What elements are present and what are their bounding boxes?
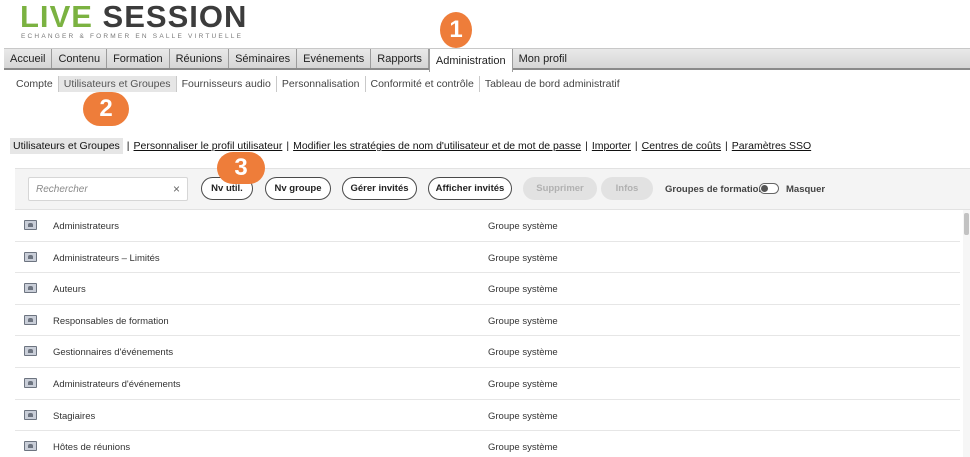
list-item[interactable]: Gestionnaires d'événements Groupe systèm… [15, 336, 960, 368]
link-separator: | [585, 140, 588, 152]
subnav-fournisseurs-audio[interactable]: Fournisseurs audio [177, 76, 277, 92]
link-parametres-sso[interactable]: Paramètres SSO [732, 140, 811, 152]
group-name: Administrateurs d'événements [53, 378, 181, 390]
subnav-compte[interactable]: Compte [11, 76, 59, 92]
group-type: Groupe système [488, 221, 558, 232]
nav-tab-formation[interactable]: Formation [107, 49, 170, 68]
groups-list: Administrateurs Groupe système Administr… [15, 210, 960, 457]
search-input[interactable]: Rechercher × [28, 177, 188, 201]
logo-text-session: SESSION [102, 0, 248, 34]
group-type: Groupe système [488, 410, 558, 422]
list-item[interactable]: Stagiaires Groupe système [15, 400, 960, 432]
link-personnaliser-profil[interactable]: Personnaliser le profil utilisateur [134, 140, 283, 152]
list-item[interactable]: Auteurs Groupe système [15, 273, 960, 305]
logo-text-ve: VE [49, 0, 93, 34]
manage-guests-button[interactable]: Gérer invités [342, 177, 417, 200]
group-icon [24, 251, 37, 262]
list-scrollbar[interactable] [963, 210, 970, 457]
link-separator: | [126, 140, 130, 152]
subnav-tableau-de-bord[interactable]: Tableau de bord administratif [480, 76, 625, 92]
nav-tab-rapports[interactable]: Rapports [371, 49, 429, 68]
group-icon [24, 314, 37, 325]
list-item[interactable]: Responsables de formation Groupe système [15, 305, 960, 337]
list-item[interactable]: Hôtes de réunions Groupe système [15, 431, 960, 457]
group-name: Administrateurs [53, 221, 119, 232]
group-type: Groupe système [488, 315, 558, 327]
nav-tab-mon-profil[interactable]: Mon profil [513, 49, 573, 68]
scrollbar-thumb[interactable] [964, 213, 969, 235]
group-icon [24, 283, 37, 294]
group-icon [24, 441, 37, 452]
nav-tab-reunions[interactable]: Réunions [170, 49, 230, 68]
nav-tab-accueil[interactable]: Accueil [4, 49, 53, 68]
logo-text-li: LI [20, 0, 50, 34]
group-name: Hôtes de réunions [53, 442, 131, 454]
link-centres-de-couts[interactable]: Centres de coûts [642, 140, 721, 152]
list-item[interactable]: Administrateurs – Limités Groupe système [15, 242, 960, 274]
group-type: Groupe système [488, 442, 558, 454]
group-icon [24, 377, 37, 388]
step-badge-1: 1 [440, 12, 472, 48]
subnav-conformite[interactable]: Conformité et contrôle [366, 76, 480, 92]
link-strategies-nom-mot-de-passe[interactable]: Modifier les stratégies de nom d'utilisa… [293, 140, 581, 152]
livesession-logo: LIVE SESSION ECHANGER & FORMER EN SALLE … [20, 0, 250, 44]
step-badge-3: 3 [217, 152, 265, 184]
admin-subnav: Compte Utilisateurs et Groupes Fournisse… [11, 76, 625, 92]
show-guests-button[interactable]: Afficher invités [428, 177, 512, 200]
logo-tagline: ECHANGER & FORMER EN SALLE VIRTUELLE [21, 33, 244, 40]
subnav-personnalisation[interactable]: Personnalisation [277, 76, 366, 92]
link-separator: | [634, 140, 638, 152]
step-badge-2: 2 [83, 92, 129, 126]
users-groups-links: Utilisateurs et Groupes | Personnaliser … [10, 138, 811, 154]
main-nav: Accueil Contenu Formation Réunions Sémin… [4, 48, 970, 72]
link-importer[interactable]: Importer [592, 140, 631, 152]
nav-tab-seminaires[interactable]: Séminaires [229, 49, 298, 68]
list-item[interactable]: Administrateurs Groupe système [15, 210, 960, 242]
group-name: Responsables de formation [53, 315, 169, 327]
hide-training-groups-toggle[interactable] [759, 183, 779, 194]
training-groups-label: Groupes de formation [665, 184, 765, 195]
nav-tab-administration[interactable]: Administration [428, 49, 513, 72]
link-utilisateurs-groupes[interactable]: Utilisateurs et Groupes [10, 138, 123, 154]
group-name: Stagiaires [53, 410, 96, 422]
new-group-button[interactable]: Nv groupe [265, 177, 331, 200]
subnav-utilisateurs-groupes[interactable]: Utilisateurs et Groupes [58, 76, 177, 92]
hide-label: Masquer [786, 184, 826, 195]
group-icon [24, 346, 37, 357]
group-name: Auteurs [53, 284, 86, 296]
clear-icon[interactable]: × [173, 182, 180, 196]
group-type: Groupe système [488, 378, 558, 390]
list-item[interactable]: Administrateurs d'événements Groupe syst… [15, 368, 960, 400]
link-separator: | [725, 140, 728, 152]
group-type: Groupe système [488, 284, 558, 296]
nav-tab-contenu[interactable]: Contenu [52, 49, 108, 68]
group-type: Groupe système [488, 252, 558, 264]
info-button[interactable]: Infos [601, 177, 653, 200]
group-name: Gestionnaires d'événements [53, 347, 174, 359]
group-type: Groupe système [488, 347, 558, 359]
search-placeholder: Rechercher [36, 184, 88, 195]
delete-button[interactable]: Supprimer [523, 177, 597, 200]
group-icon [24, 220, 37, 230]
group-name: Administrateurs – Limités [53, 252, 160, 264]
nav-tab-evenements[interactable]: Evénements [297, 49, 372, 68]
link-separator: | [286, 140, 290, 152]
groups-toolbar: Rechercher × Nv util. Nv groupe Gérer in… [15, 168, 970, 210]
toggle-knob [761, 185, 768, 192]
group-icon [24, 409, 37, 420]
